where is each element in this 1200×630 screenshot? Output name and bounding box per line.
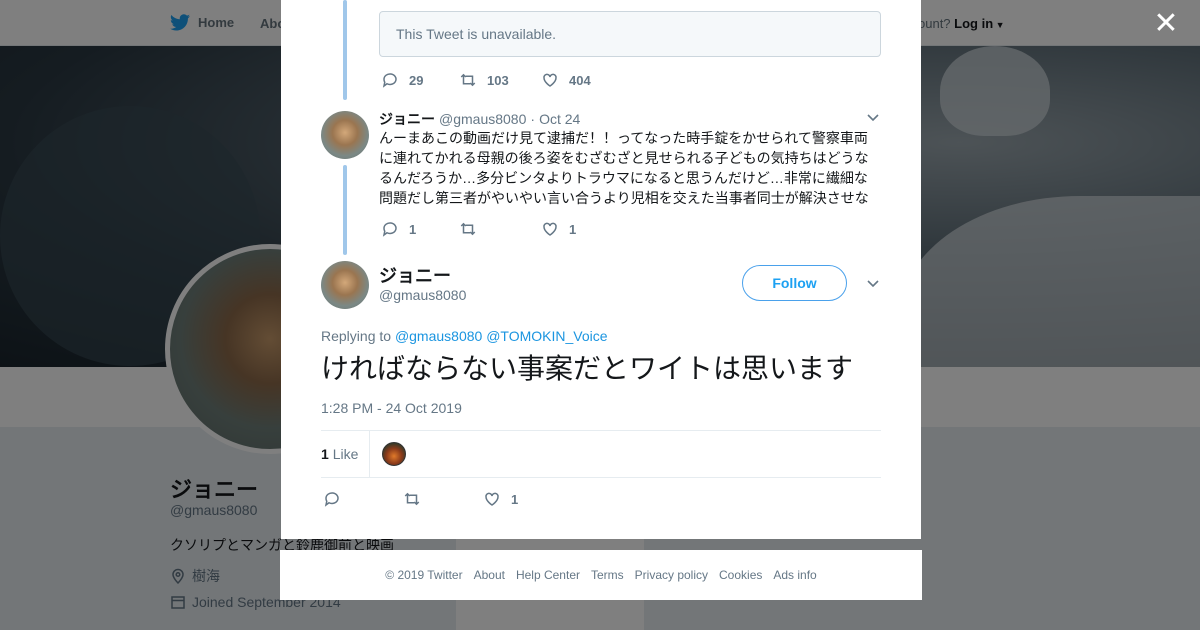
reply-button[interactable]: 29	[381, 71, 459, 89]
retweet-icon	[460, 73, 476, 87]
retweet-count: 103	[487, 72, 509, 88]
reply-target-link[interactable]: @gmaus8080	[395, 328, 482, 344]
reply-icon	[382, 73, 397, 88]
thread-line	[343, 165, 347, 255]
retweet-button[interactable]	[403, 490, 483, 508]
footer-link-terms[interactable]: Terms	[591, 568, 624, 582]
footer-copyright: © 2019 Twitter	[385, 568, 463, 582]
reply-target-link[interactable]: @TOMOKIN_Voice	[486, 328, 607, 344]
close-icon[interactable]: ✕	[1152, 9, 1180, 39]
footer-link-ads-info[interactable]: Ads info	[773, 568, 816, 582]
likes-stat-label: Like	[332, 446, 359, 462]
chevron-down-icon[interactable]	[866, 276, 880, 293]
unavailable-tweet-actions: 29 103 404	[381, 71, 591, 89]
reply-button[interactable]	[323, 490, 403, 508]
reply-date[interactable]: Oct 24	[539, 111, 580, 127]
thread-line	[343, 0, 347, 100]
like-count: 404	[569, 72, 591, 88]
tweet-modal: This Tweet is unavailable. 29 103 404 ジョ…	[281, 0, 921, 539]
footer-link-about[interactable]: About	[474, 568, 505, 582]
divider	[369, 431, 370, 478]
reply-tweet-header: ジョニー @gmaus8080 · Oct 24	[379, 109, 580, 129]
liker-avatar[interactable]	[382, 442, 406, 466]
heart-icon	[543, 73, 557, 87]
retweet-icon	[460, 222, 476, 236]
retweet-button[interactable]: 103	[459, 71, 541, 89]
header-separator: ·	[530, 111, 536, 127]
replying-to: Replying to @gmaus8080 @TOMOKIN_Voice	[321, 328, 608, 344]
reply-icon	[324, 492, 339, 507]
reply-button[interactable]: 1	[381, 220, 459, 238]
main-author-avatar[interactable]	[321, 261, 369, 309]
like-count: 1	[569, 221, 577, 237]
tweet-timestamp[interactable]: 1:28 PM - 24 Oct 2019	[321, 400, 462, 416]
unavailable-tweet-notice: This Tweet is unavailable.	[379, 11, 881, 57]
heart-icon	[485, 492, 499, 506]
like-button[interactable]: 1	[483, 490, 518, 508]
follow-button[interactable]: Follow	[742, 265, 847, 301]
retweet-button[interactable]	[459, 220, 541, 238]
footer-link-help-center[interactable]: Help Center	[516, 568, 580, 582]
reply-author-handle[interactable]: @gmaus8080	[439, 111, 526, 127]
replying-prefix: Replying to	[321, 328, 392, 344]
likes-stat-count: 1	[321, 446, 329, 462]
reply-tweet-actions: 1 1	[381, 220, 576, 238]
chevron-down-icon[interactable]	[866, 110, 880, 127]
like-count: 1	[511, 491, 519, 507]
reply-author-avatar[interactable]	[321, 111, 369, 159]
footer: © 2019 Twitter About Help Center Terms P…	[280, 550, 922, 600]
reply-count: 29	[409, 72, 424, 88]
main-author-name[interactable]: ジョニー	[379, 262, 451, 288]
tweet-stats: 1 Like	[321, 430, 881, 478]
reply-tweet-text: んーまあこの動画だけ見て逮捕だ！！ってなった時手錠をかせられて警察車両 に連れて…	[379, 130, 869, 206]
reply-icon	[382, 222, 397, 237]
main-tweet-text: ければならない事案だとワイトは思います	[321, 353, 854, 384]
main-author-handle[interactable]: @gmaus8080	[379, 287, 466, 303]
retweet-icon	[404, 492, 420, 506]
heart-icon	[543, 222, 557, 236]
reply-count: 1	[409, 221, 417, 237]
reply-author-name[interactable]: ジョニー	[379, 109, 435, 129]
main-tweet-actions: 1	[323, 490, 518, 508]
like-button[interactable]: 1	[541, 220, 576, 238]
footer-link-privacy[interactable]: Privacy policy	[635, 568, 708, 582]
footer-link-cookies[interactable]: Cookies	[719, 568, 762, 582]
likes-stat[interactable]: 1 Like	[321, 446, 358, 462]
like-button[interactable]: 404	[541, 71, 591, 89]
